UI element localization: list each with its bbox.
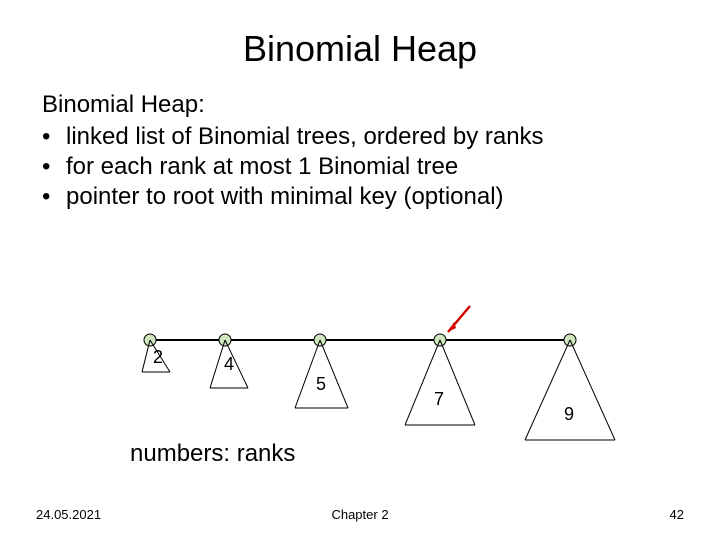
slide: Binomial Heap Binomial Heap: • linked li… bbox=[0, 0, 720, 540]
bullet-dot-icon: • bbox=[42, 152, 66, 182]
bullet-text: pointer to root with minimal key (option… bbox=[66, 182, 504, 212]
tree-edge bbox=[210, 340, 225, 388]
tree-edge bbox=[440, 340, 475, 425]
rank-label: 4 bbox=[224, 354, 234, 374]
slide-title: Binomial Heap bbox=[0, 0, 720, 90]
bullet-item: • linked list of Binomial trees, ordered… bbox=[42, 122, 690, 152]
body-text: Binomial Heap: • linked list of Binomial… bbox=[0, 90, 720, 212]
bullet-text: for each rank at most 1 Binomial tree bbox=[66, 152, 458, 182]
bullet-text: linked list of Binomial trees, ordered b… bbox=[66, 122, 544, 152]
lead-line: Binomial Heap: bbox=[42, 90, 690, 120]
footer-chapter: Chapter 2 bbox=[0, 507, 720, 522]
rank-label: 5 bbox=[316, 374, 326, 394]
diagram-caption: numbers: ranks bbox=[130, 440, 295, 468]
rank-label: 7 bbox=[434, 389, 444, 409]
tree-edge bbox=[405, 340, 440, 425]
bullet-item: • for each rank at most 1 Binomial tree bbox=[42, 152, 690, 182]
rank-label: 2 bbox=[153, 347, 163, 367]
bullet-item: • pointer to root with minimal key (opti… bbox=[42, 182, 690, 212]
bullet-dot-icon: • bbox=[42, 122, 66, 152]
tree-edge bbox=[570, 340, 615, 440]
tree-edge bbox=[525, 340, 570, 440]
footer-page: 42 bbox=[670, 507, 684, 522]
heap-diagram: 2 4 5 7 9 bbox=[0, 300, 720, 470]
rank-label: 9 bbox=[564, 404, 574, 424]
bullet-dot-icon: • bbox=[42, 182, 66, 212]
